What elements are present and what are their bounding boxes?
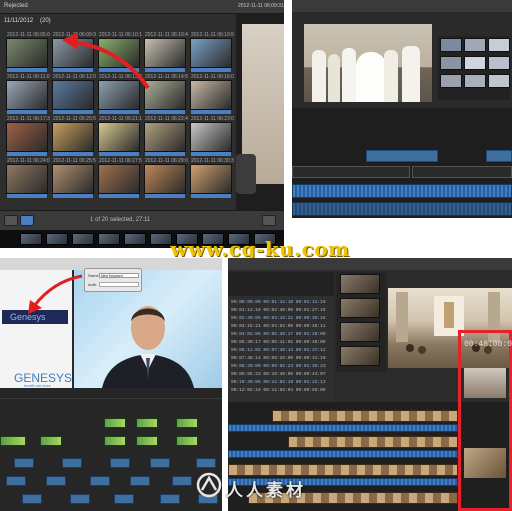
video-viewer [304, 24, 432, 102]
connected-clip[interactable] [70, 494, 90, 504]
audio-track[interactable] [292, 184, 512, 198]
list-row[interactable]: 00:04:02:08 00:05:30:17 00:01:28:09 [231, 332, 326, 337]
audio-track[interactable] [228, 450, 458, 458]
list-row[interactable]: 00:09:55:23 00:10:40:06 00:00:44:07 [231, 372, 326, 377]
timeline [0, 388, 222, 511]
timeline-clip[interactable] [176, 436, 198, 446]
inset-frame [464, 368, 506, 398]
site-logo-icon [196, 472, 222, 498]
list-header [228, 272, 334, 296]
list-row[interactable]: 00:00:00:00 00:01:12:10 00:01:12:10 [231, 300, 326, 305]
event-browser-panel: Rejected 2012-11-11 06:09:31 11/11/2012 … [0, 0, 284, 230]
inset-frame [464, 448, 506, 478]
list-row[interactable]: 00:05:30:17 00:06:11:02 00:00:40:09 [231, 340, 326, 345]
timeline-clip[interactable] [176, 418, 198, 428]
clip-thumb[interactable] [340, 274, 380, 294]
audio-track[interactable] [292, 202, 512, 216]
filmstrip-frame [124, 233, 146, 245]
connected-clip[interactable] [90, 476, 110, 486]
clip-thumb[interactable] [488, 56, 510, 70]
clip-thumb[interactable] [464, 74, 486, 88]
clip-thumb[interactable] [488, 38, 510, 52]
audio-track[interactable] [228, 424, 458, 432]
connected-clip[interactable] [62, 458, 82, 468]
list-row[interactable]: 00:08:20:00 00:09:55:23 00:01:35:23 [231, 364, 326, 369]
clip-browser [438, 36, 510, 100]
clip-thumb[interactable] [440, 38, 462, 52]
wedding-edit-panel [292, 0, 512, 218]
timeline-clip[interactable] [272, 410, 458, 422]
timeline-clip[interactable] [104, 418, 126, 428]
clip-thumb[interactable] [488, 74, 510, 88]
connected-clip[interactable] [160, 494, 180, 504]
figure [328, 54, 340, 102]
timecode-display: 00:48:00:00 [464, 340, 512, 349]
connected-clip[interactable] [22, 494, 42, 504]
timeline-clip[interactable] [486, 150, 512, 162]
clip-thumb[interactable] [440, 56, 462, 70]
list-row[interactable]: 00:10:40:06 00:12:02:19 00:01:22:13 [231, 380, 326, 385]
timeline-clip[interactable] [366, 150, 438, 162]
timeline-clip[interactable] [288, 436, 458, 448]
figure [342, 48, 356, 102]
connected-clip[interactable] [172, 476, 192, 486]
clip-thumb[interactable] [340, 298, 380, 318]
connected-clip[interactable] [6, 476, 26, 486]
list-row[interactable]: 00:01:12:10 00:02:40:05 00:01:27:19 [231, 308, 326, 313]
timeline-clip[interactable] [0, 436, 26, 446]
red-arrow-icon [28, 274, 83, 314]
list-row[interactable]: 00:12:02:19 00:12:58:04 00:00:55:09 [231, 388, 326, 393]
filmstrip-frame [98, 233, 120, 245]
clip-thumb[interactable] [464, 38, 486, 52]
clip-thumb[interactable] [340, 322, 380, 342]
timeline-clip[interactable] [104, 436, 126, 446]
clip-thumb[interactable] [340, 346, 380, 366]
clip-list: 00:00:00:00 00:01:12:10 00:01:12:10 00:01… [228, 272, 334, 402]
timeline-clip[interactable] [136, 436, 158, 446]
red-arrow-icon [62, 32, 150, 90]
connected-clip[interactable] [130, 476, 150, 486]
track-divider [0, 398, 222, 399]
figure [384, 50, 398, 102]
clip-thumb[interactable] [464, 56, 486, 70]
timeline-clip[interactable] [40, 436, 62, 446]
bride-figure [356, 52, 386, 102]
genesys-logo-clip[interactable]: GENESYS health services [2, 370, 72, 388]
connected-clip[interactable] [150, 458, 170, 468]
clip-thumb[interactable] [440, 74, 462, 88]
list-row[interactable]: 00:07:48:14 00:08:20:00 00:00:31:10 [231, 356, 326, 361]
primary-storyline[interactable] [292, 166, 410, 178]
toolbar [228, 258, 512, 270]
timeline-clip[interactable] [136, 418, 158, 428]
connected-clip[interactable] [196, 458, 216, 468]
church-edit-panel: 00:00:00:00 00:01:12:10 00:01:12:10 00:01… [228, 258, 512, 511]
clip-bins [336, 272, 386, 372]
filmstrip-frame [20, 233, 42, 245]
list-row[interactable]: 00:03:15:21 00:04:02:08 00:00:46:11 [231, 324, 326, 329]
connected-clip[interactable] [46, 476, 66, 486]
list-row[interactable]: 00:02:40:05 00:03:15:21 00:00:35:16 [231, 316, 326, 321]
filmstrip-frame [46, 233, 68, 245]
connected-clip[interactable] [110, 458, 130, 468]
site-logo-text: 人人素材 [226, 481, 306, 501]
list-row[interactable]: 00:06:11:02 00:07:48:14 00:01:37:12 [231, 348, 326, 353]
connected-clip[interactable] [114, 494, 134, 504]
figure [402, 46, 420, 102]
figure [312, 50, 326, 102]
connected-clip[interactable] [14, 458, 34, 468]
timeline-clip[interactable] [228, 464, 458, 476]
timeline [292, 108, 512, 218]
interview-edit-panel: Genesys GENESYS health services Name: Ne… [0, 258, 222, 511]
primary-storyline[interactable] [412, 166, 512, 178]
toolbar [292, 0, 512, 12]
highlight-box [458, 330, 512, 511]
filmstrip-frame [72, 233, 94, 245]
